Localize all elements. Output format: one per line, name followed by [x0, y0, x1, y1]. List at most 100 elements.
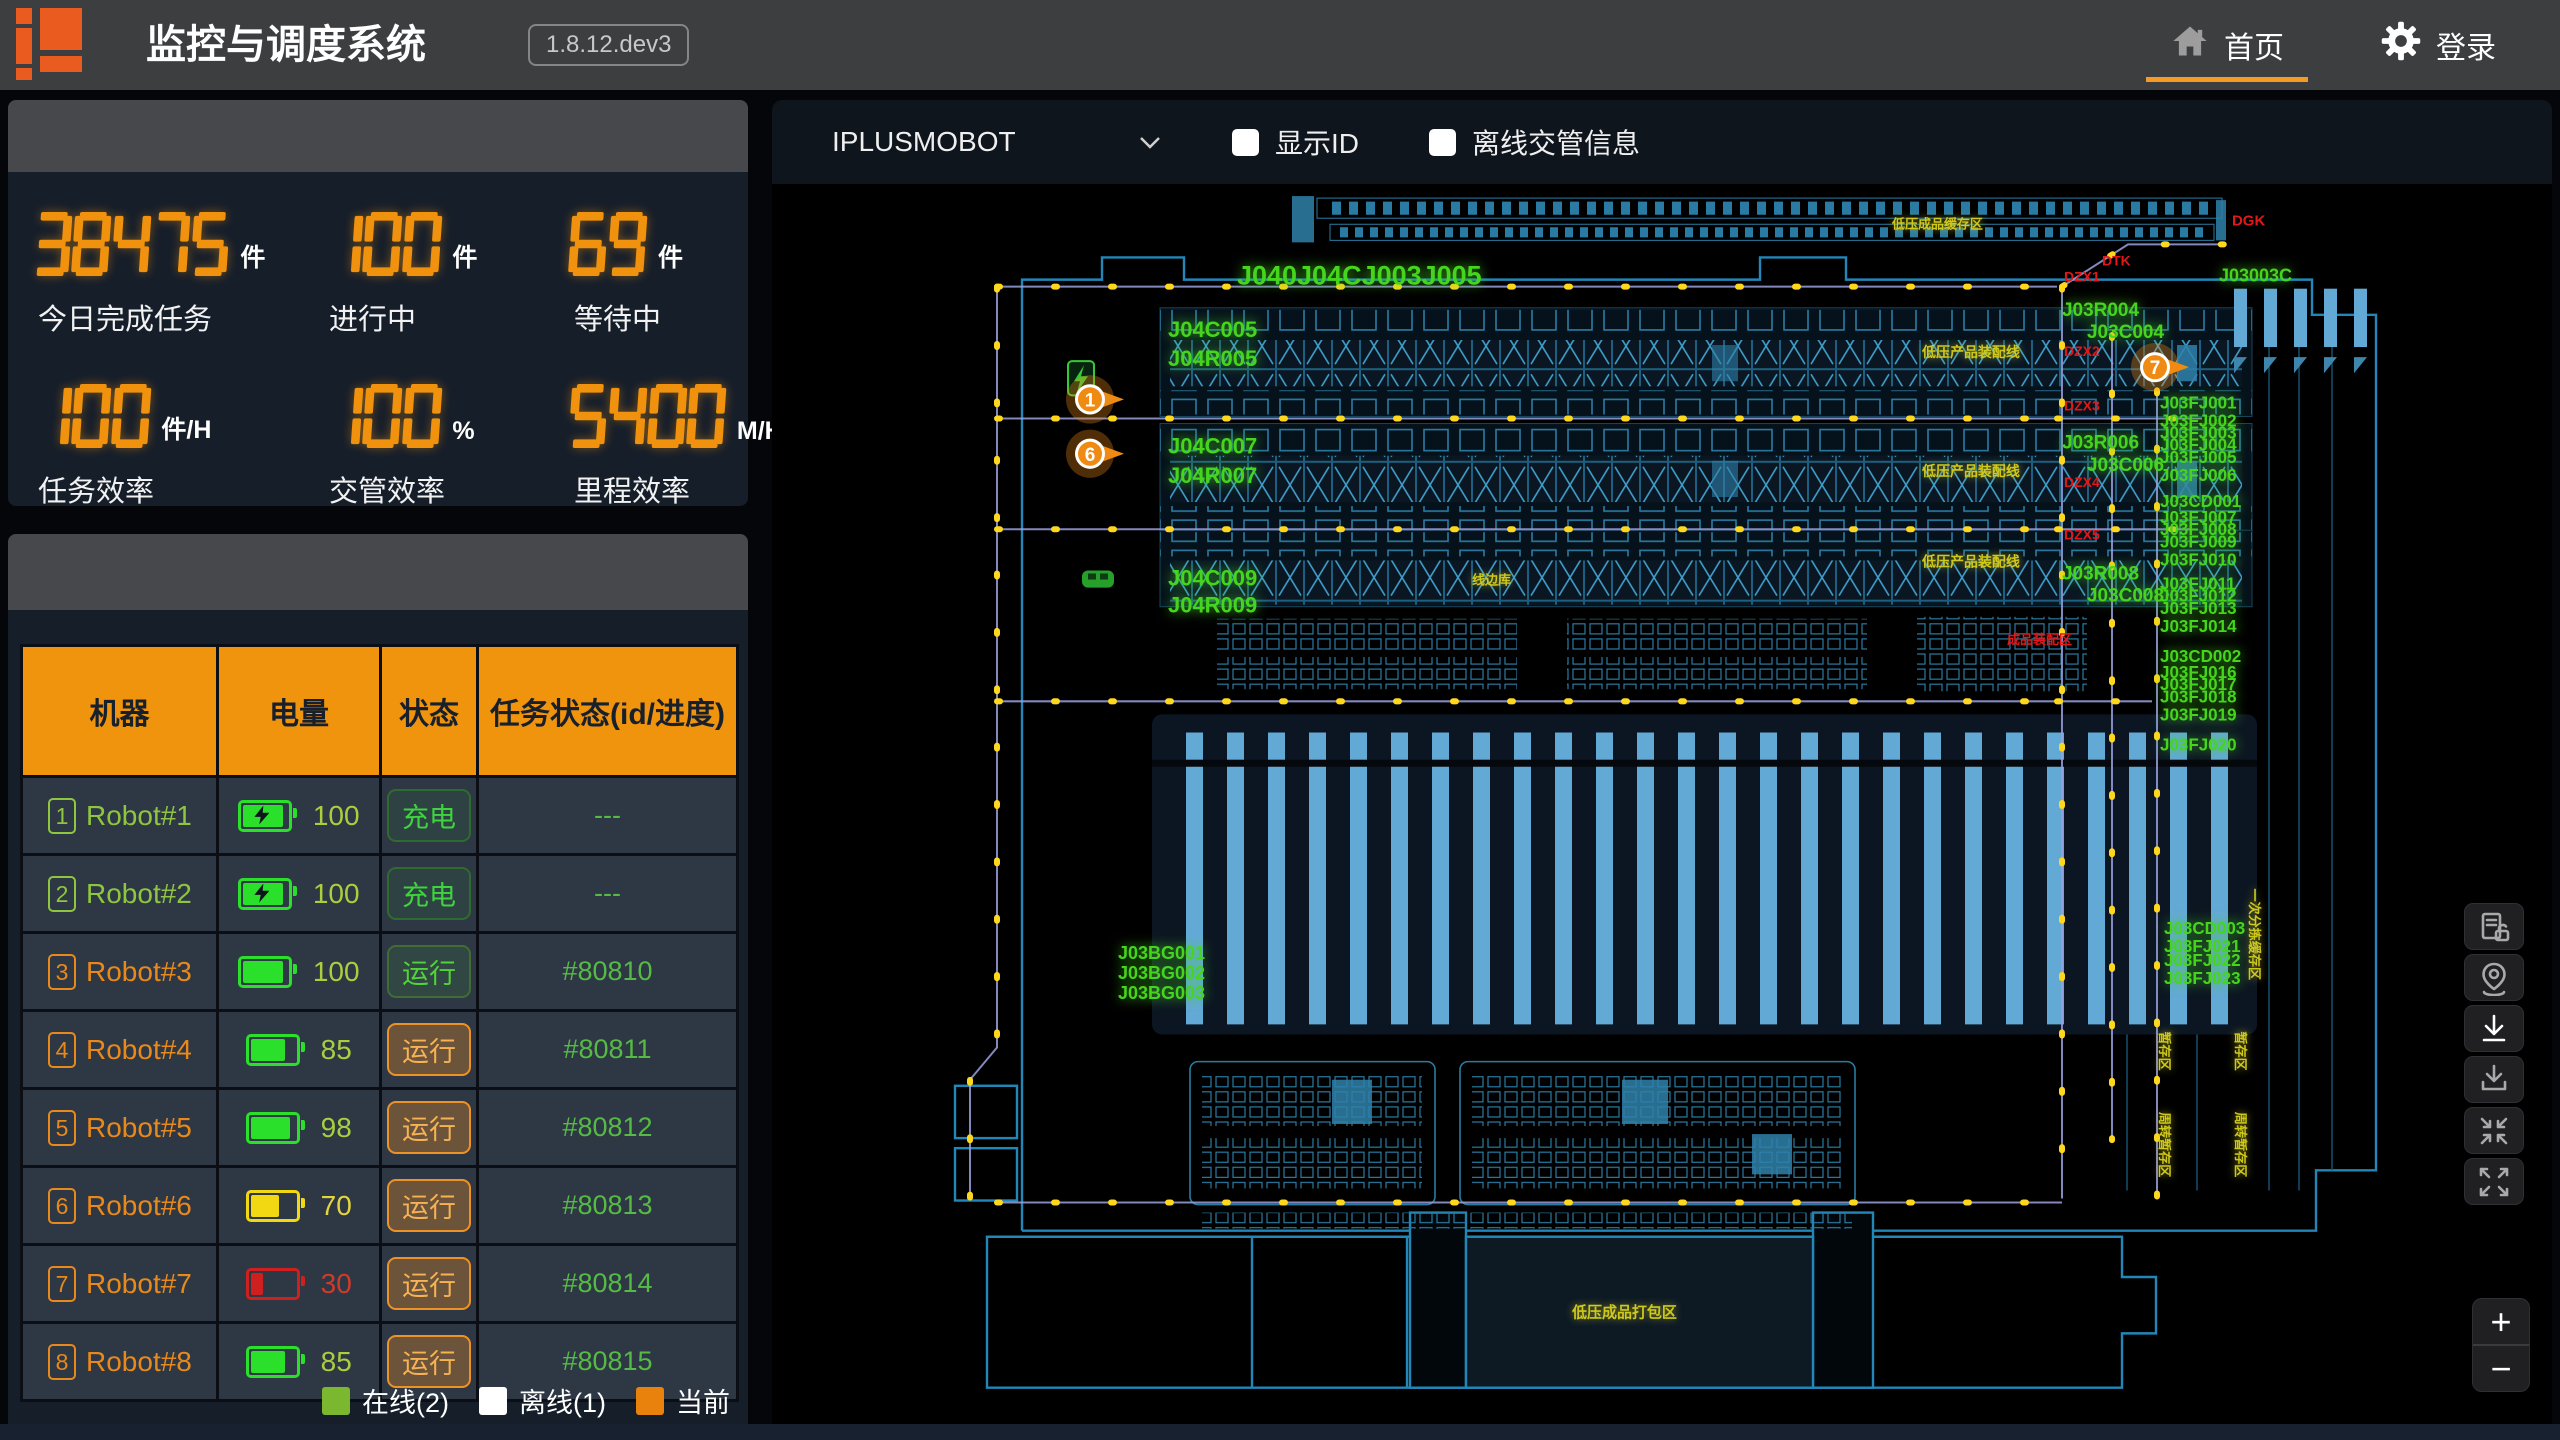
battery-value: 98	[321, 1112, 352, 1143]
battery-value: 100	[313, 800, 360, 831]
robot-table-body: 1 Robot#1 100 充电 --- 2 Robot#2 100	[22, 777, 738, 1401]
map-toolbar: IPLUSMOBOT 显示ID 离线交管信息	[772, 100, 2552, 184]
stats-grid: 件 今日完成任务 件 进行中 件 等待中 件/H 任务效率 % 交管效率	[8, 172, 748, 510]
battery-icon	[246, 1034, 300, 1066]
warehouse-map[interactable]: J040J04CJ003J005J04C005J04R005J04C007J04…	[772, 184, 2552, 1432]
legend-item-current: 当前	[636, 1381, 730, 1420]
checkbox-icon	[1429, 129, 1456, 156]
map-label: DZX5	[2064, 526, 2100, 542]
map-label: J03FJ018	[2160, 687, 2237, 706]
status-badge: 运行	[387, 1257, 471, 1310]
online-swatch-icon	[322, 1387, 350, 1415]
stat-tile: 件 等待中	[514, 210, 783, 338]
robot-number-badge: 4	[48, 1032, 76, 1068]
stat-tile: M/H 里程效率	[514, 382, 783, 510]
robot-number-badge: 2	[48, 876, 76, 912]
table-row[interactable]: 4 Robot#4 85 运行 #80811	[22, 1011, 738, 1089]
nav-home[interactable]: 首页	[2170, 0, 2284, 90]
checkbox-show-id-label: 显示ID	[1275, 122, 1359, 162]
legend-item-online: 在线(2)	[322, 1381, 449, 1420]
map-label: DTK	[2102, 252, 2131, 268]
map-doc-button[interactable]	[2464, 903, 2524, 950]
map-label: 低压产品装配线	[1921, 553, 2020, 569]
map-expand-button[interactable]	[2464, 1158, 2524, 1205]
table-row[interactable]: 3 Robot#3 100 运行 #80810	[22, 933, 738, 1011]
robot-number-badge: 7	[48, 1266, 76, 1302]
gear-icon	[2380, 20, 2422, 70]
current-swatch-icon	[636, 1387, 664, 1415]
task-status: ---	[594, 800, 621, 830]
map-label: J04R007	[1168, 463, 1257, 488]
status-badge: 充电	[387, 789, 471, 842]
map-canvas[interactable]: J040J04CJ003J005J04C005J04R005J04C007J04…	[772, 184, 2552, 1432]
stat-tile: % 交管效率	[289, 382, 514, 510]
map-label: DZX2	[2064, 343, 2100, 359]
task-status: #80810	[562, 956, 652, 986]
legend-online-label: 在线(2)	[362, 1381, 449, 1420]
status-badge: 充电	[387, 867, 471, 920]
table-row[interactable]: 7 Robot#7 30 运行 #80814	[22, 1245, 738, 1323]
stat-label: 任务效率	[34, 468, 289, 510]
stat-unit: 件	[658, 238, 683, 276]
zoom-in-button[interactable]: +	[2473, 1299, 2529, 1344]
stat-tile: 件 进行中	[289, 210, 514, 338]
battery-value: 70	[321, 1190, 352, 1221]
sorter-cluster	[2234, 289, 2367, 374]
footer-strip	[0, 1424, 2560, 1440]
stat-value	[570, 212, 646, 276]
map-label: J03FJ022	[2164, 951, 2241, 970]
agv-vehicle-icon	[1082, 570, 1114, 587]
app: 监控与调度系统 1.8.12.dev3 首页	[0, 0, 2560, 1440]
zoom-controls: + −	[2472, 1298, 2530, 1392]
legend: 在线(2) 离线(1) 当前	[322, 1381, 730, 1420]
mini-rack-groups	[1217, 617, 2087, 691]
robot-number-badge: 3	[48, 954, 76, 990]
map-selector[interactable]: IPLUSMOBOT	[832, 126, 1162, 158]
robot-name: Robot#1	[86, 800, 192, 832]
stat-tile: 件 今日完成任务	[34, 210, 289, 338]
top-conveyor	[1292, 196, 2226, 242]
stat-tile: 件/H 任务效率	[34, 382, 289, 510]
stat-unit: 件	[240, 238, 265, 276]
map-download-button[interactable]	[2464, 1005, 2524, 1052]
table-row[interactable]: 2 Robot#2 100 充电 ---	[22, 855, 738, 933]
map-label: 低压成品缓存区	[1891, 216, 1983, 231]
map-panel: IPLUSMOBOT 显示ID 离线交管信息	[772, 100, 2552, 1432]
offline-swatch-icon	[479, 1387, 507, 1415]
table-row[interactable]: 6 Robot#6 70 运行 #80813	[22, 1167, 738, 1245]
map-label: J03C006	[2087, 455, 2164, 476]
map-label: 低压产品装配线	[1921, 344, 2020, 360]
map-label: J03FJ010	[2160, 550, 2237, 569]
version-badge: 1.8.12.dev3	[528, 24, 689, 66]
stat-value	[325, 212, 440, 276]
robot-name: Robot#4	[86, 1034, 192, 1066]
download-icon	[2476, 1011, 2512, 1047]
battery-value: 100	[313, 878, 360, 909]
table-row[interactable]: 1 Robot#1 100 充电 ---	[22, 777, 738, 855]
robot-name: Robot#5	[86, 1112, 192, 1144]
map-label: 周转暂存区	[2233, 1112, 2248, 1177]
map-label: 线边库	[1472, 573, 1511, 588]
map-label: J04R005	[1168, 346, 1257, 371]
nav-home-label: 首页	[2224, 23, 2284, 67]
equipment-panels	[1190, 1062, 1855, 1229]
map-label: J03FJ005	[2160, 448, 2237, 467]
nav-login[interactable]: 登录	[2380, 0, 2496, 90]
robot-table: 机器 电量 状态 任务状态(id/进度) 1 Robot#1 100 充电 --…	[20, 644, 739, 1402]
map-import-button[interactable]	[2464, 1056, 2524, 1103]
map-label: 周转暂存区	[2157, 1112, 2172, 1177]
collapse-icon	[2476, 1113, 2512, 1149]
stats-panel: 件 今日完成任务 件 进行中 件 等待中 件/H 任务效率 % 交管效率	[8, 100, 748, 506]
map-collapse-button[interactable]	[2464, 1107, 2524, 1154]
robot-number-badge: 6	[48, 1188, 76, 1224]
map-label: J04C007	[1168, 434, 1257, 459]
stat-value	[34, 212, 228, 276]
map-label: J03C004	[2087, 322, 2164, 343]
checkbox-offline-traffic[interactable]: 离线交管信息	[1429, 122, 1640, 162]
zoom-out-button[interactable]: −	[2473, 1344, 2529, 1391]
table-row[interactable]: 5 Robot#5 98 运行 #80812	[22, 1089, 738, 1167]
chevron-down-icon	[1138, 126, 1162, 158]
map-locate-button[interactable]	[2464, 954, 2524, 1001]
robot-marker[interactable]: 6	[1066, 430, 1124, 478]
checkbox-show-id[interactable]: 显示ID	[1232, 122, 1359, 162]
